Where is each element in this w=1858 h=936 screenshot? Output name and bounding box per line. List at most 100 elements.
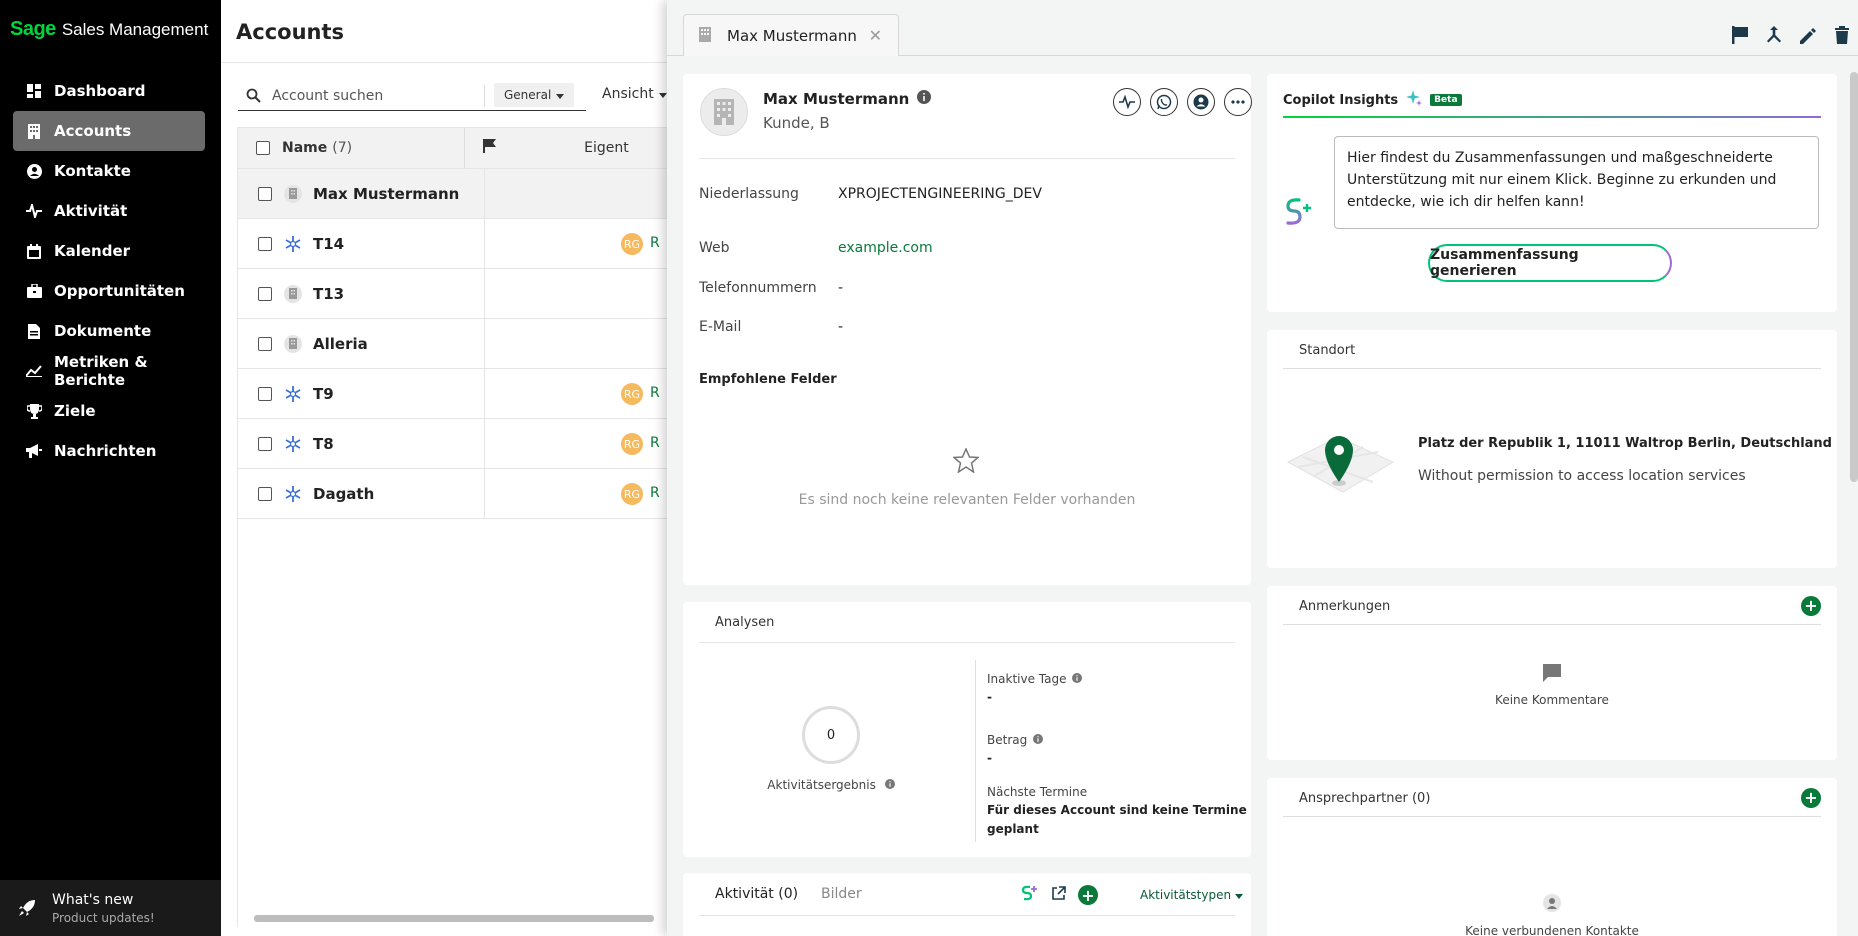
whats-new-button[interactable]: What's new Product updates!: [0, 880, 221, 936]
table-row[interactable]: T14 RG R: [238, 219, 671, 269]
add-contact-button[interactable]: +: [1801, 788, 1821, 808]
info-icon[interactable]: [884, 778, 895, 792]
row-checkbox[interactable]: [258, 236, 272, 251]
account-name[interactable]: T13: [313, 285, 344, 303]
owner-name[interactable]: R: [650, 435, 660, 451]
merge-icon[interactable]: [1764, 25, 1784, 45]
location-title: Standort: [1299, 343, 1356, 358]
activity-score: 0: [826, 727, 836, 743]
field-label-niederlassung: Niederlassung: [699, 186, 799, 202]
add-activity-button[interactable]: +: [1078, 885, 1098, 905]
activity-action-icon[interactable]: [1113, 88, 1141, 116]
divider: [699, 642, 1235, 643]
edit-icon[interactable]: [1798, 25, 1818, 45]
sidebar-item-dokumente[interactable]: Dokumente: [13, 311, 205, 351]
divider: [484, 85, 485, 107]
horizontal-scrollbar[interactable]: [254, 915, 654, 922]
row-checkbox[interactable]: [258, 286, 272, 301]
sidebar-item-aktivitaet[interactable]: Aktivität: [13, 191, 205, 231]
website-link[interactable]: example.com: [838, 240, 933, 256]
table-row[interactable]: Dagath RG R: [238, 469, 671, 519]
activity-types-dropdown[interactable]: Aktivitätstypen: [1140, 888, 1244, 902]
delete-icon[interactable]: [1832, 25, 1852, 45]
more-options-icon[interactable]: [1224, 88, 1252, 116]
row-checkbox[interactable]: [258, 336, 272, 351]
sidebar-item-nachrichten[interactable]: Nachrichten: [13, 431, 205, 471]
row-checkbox[interactable]: [258, 486, 272, 501]
sidebar-item-ziele[interactable]: Ziele: [13, 391, 205, 431]
tab-images[interactable]: Bilder: [821, 886, 862, 902]
table-row[interactable]: T9 RG R: [238, 369, 671, 419]
table-row[interactable]: T13: [238, 269, 671, 319]
notes-title: Anmerkungen: [1299, 599, 1391, 614]
page-title: Accounts: [236, 20, 345, 44]
sidebar-item-kalender[interactable]: Kalender: [13, 231, 205, 271]
trophy-icon: [26, 403, 42, 419]
copilot-divider: [1283, 116, 1821, 118]
recommended-fields-title: Empfohlene Felder: [699, 372, 837, 387]
sidebar-item-accounts[interactable]: Accounts: [13, 111, 205, 151]
owner-name[interactable]: R: [650, 235, 660, 251]
account-name[interactable]: T9: [313, 385, 334, 403]
info-icon[interactable]: [917, 90, 932, 108]
calendar-icon: [26, 243, 42, 259]
account-name[interactable]: Alleria: [313, 335, 368, 353]
account-name[interactable]: T14: [313, 235, 344, 253]
close-tab-icon[interactable]: ✕: [869, 26, 882, 45]
add-note-button[interactable]: +: [1801, 596, 1821, 616]
owner-name[interactable]: R: [650, 385, 660, 401]
table-row[interactable]: T8 RG R: [238, 419, 671, 469]
copilot-icon[interactable]: [1019, 883, 1039, 907]
column-name[interactable]: Name: [282, 140, 327, 156]
tab-account-detail[interactable]: Max Mustermann ✕: [683, 14, 899, 56]
sidebar-item-dashboard[interactable]: Dashboard: [13, 71, 205, 111]
generate-summary-button[interactable]: Zusammenfassung generieren: [1428, 244, 1672, 282]
external-link-icon[interactable]: [1051, 885, 1066, 905]
vertical-scrollbar[interactable]: [1850, 72, 1858, 482]
view-label: Ansicht: [602, 86, 654, 102]
sidebar-item-metriken[interactable]: Metriken & Berichte: [13, 351, 205, 391]
info-icon[interactable]: [1033, 733, 1044, 747]
flag-column-icon[interactable]: [483, 139, 497, 157]
notes-card: Anmerkungen + Keine Kommentare: [1267, 586, 1837, 760]
sidebar-item-opportunitaeten[interactable]: Opportunitäten: [13, 271, 205, 311]
table-row[interactable]: Alleria: [238, 319, 671, 369]
tab-activity[interactable]: Aktivität (0): [715, 886, 798, 902]
flag-icon[interactable]: [1730, 25, 1750, 45]
field-value-niederlassung: XPROJECTENGINEERING_DEV: [838, 186, 1042, 202]
owner-avatar: RG: [621, 483, 643, 505]
view-dropdown[interactable]: Ansicht: [602, 86, 667, 102]
app-name: Sales Management: [61, 20, 209, 39]
copilot-title-row: Copilot Insights Beta: [1283, 90, 1462, 110]
panel-toolbar: [1730, 25, 1852, 45]
info-icon[interactable]: [1072, 672, 1083, 686]
table-row[interactable]: Max Mustermann: [238, 169, 671, 219]
field-label-telefon: Telefonnummern: [699, 280, 817, 296]
account-name[interactable]: T8: [313, 435, 334, 453]
account-detail-panel: Max Mustermann ✕ Max Mustermann Kunde, B…: [667, 0, 1858, 936]
select-all-checkbox[interactable]: [256, 141, 270, 155]
account-name[interactable]: Dagath: [313, 485, 374, 503]
account-name[interactable]: Max Mustermann: [313, 185, 459, 203]
filter-dropdown[interactable]: General: [494, 83, 575, 107]
column-owner[interactable]: Eigent: [584, 140, 629, 156]
star-icon: [952, 447, 980, 477]
contact-icon[interactable]: [1187, 88, 1215, 116]
brand[interactable]: Sage Sales Management: [10, 18, 208, 41]
account-subtitle: Kunde, B: [763, 114, 830, 132]
sidebar-item-kontakte[interactable]: Kontakte: [13, 151, 205, 191]
owner-name[interactable]: R: [650, 485, 660, 501]
beta-badge: Beta: [1430, 94, 1462, 106]
comment-icon: [1267, 664, 1837, 682]
snowflake-icon: [284, 435, 302, 453]
row-checkbox[interactable]: [258, 386, 272, 401]
person-icon: [26, 163, 42, 179]
row-checkbox[interactable]: [258, 436, 272, 451]
recommended-fields-empty: Es sind noch keine relevanten Felder vor…: [798, 492, 1136, 508]
divider: [1283, 624, 1821, 625]
row-checkbox[interactable]: [258, 186, 272, 201]
whatsapp-icon[interactable]: [1150, 88, 1178, 116]
column-separator: [484, 219, 485, 269]
briefcase-icon: [26, 283, 42, 299]
copilot-message: Hier findest du Zusammenfassungen und ma…: [1334, 136, 1819, 229]
